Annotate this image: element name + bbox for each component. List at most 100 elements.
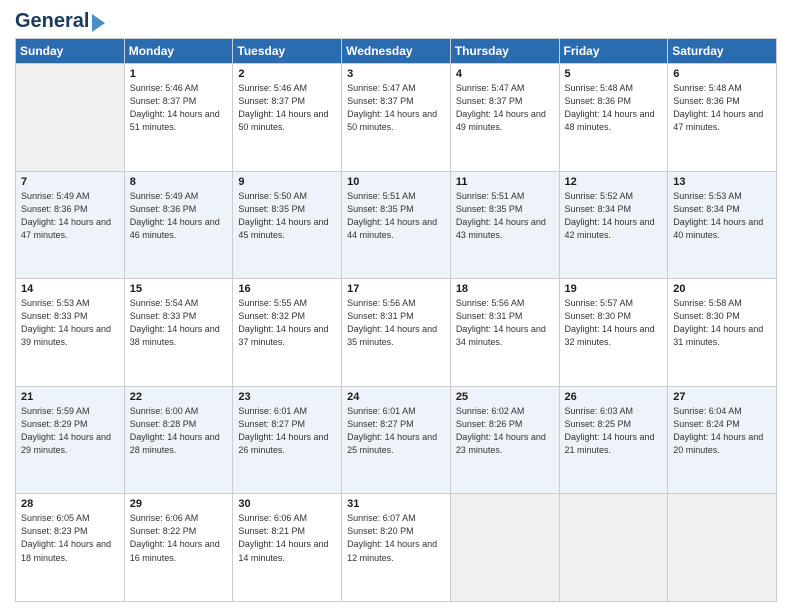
day-number: 17	[347, 283, 445, 295]
calendar-cell	[668, 494, 777, 602]
day-info: Sunrise: 6:05 AMSunset: 8:23 PMDaylight:…	[21, 512, 119, 564]
day-number: 26	[565, 391, 663, 403]
day-info: Sunrise: 5:58 AMSunset: 8:30 PMDaylight:…	[673, 297, 771, 349]
calendar-cell: 6Sunrise: 5:48 AMSunset: 8:36 PMDaylight…	[668, 64, 777, 172]
day-info: Sunrise: 5:53 AMSunset: 8:34 PMDaylight:…	[673, 190, 771, 242]
day-info: Sunrise: 5:56 AMSunset: 8:31 PMDaylight:…	[347, 297, 445, 349]
day-number: 1	[130, 68, 228, 80]
day-number: 29	[130, 498, 228, 510]
day-number: 16	[238, 283, 336, 295]
calendar-cell: 24 Sunrise: 6:01 AMSunset: 8:27 PMDayligh…	[342, 386, 451, 494]
day-info: Sunrise: 5:52 AMSunset: 8:34 PMDaylight:…	[565, 190, 663, 242]
day-info: Sunrise: 5:57 AMSunset: 8:30 PMDaylight:…	[565, 297, 663, 349]
weekday-header-friday: Friday	[559, 39, 668, 64]
day-info: Sunrise: 5:46 AMSunset: 8:37 PMDaylight:…	[130, 82, 228, 134]
day-number: 3	[347, 68, 445, 80]
day-info: Sunrise: 5:49 AMSunset: 8:36 PMDaylight:…	[21, 190, 119, 242]
calendar-body: 1 Sunrise: 5:46 AMSunset: 8:37 PMDaylight…	[16, 64, 777, 602]
calendar-cell: 20 Sunrise: 5:58 AMSunset: 8:30 PMDayligh…	[668, 279, 777, 387]
day-number: 8	[130, 176, 228, 188]
day-info: Sunrise: 6:01 AMSunset: 8:27 PMDaylight:…	[238, 405, 336, 457]
day-info: Sunrise: 5:46 AMSunset: 8:37 PMDaylight:…	[238, 82, 336, 134]
weekday-header-tuesday: Tuesday	[233, 39, 342, 64]
day-info: Sunrise: 6:07 AMSunset: 8:20 PMDaylight:…	[347, 512, 445, 564]
calendar-cell: 19Sunrise: 5:57 AMSunset: 8:30 PMDayligh…	[559, 279, 668, 387]
page: General SundayMondayTuesdayWednesdayThur…	[0, 0, 792, 612]
weekday-header-monday: Monday	[124, 39, 233, 64]
day-info: Sunrise: 5:48 AMSunset: 8:36 PMDaylight:…	[565, 82, 663, 134]
calendar-cell: 4Sunrise: 5:47 AMSunset: 8:37 PMDaylight…	[450, 64, 559, 172]
calendar-table: SundayMondayTuesdayWednesdayThursdayFrid…	[15, 38, 777, 602]
day-info: Sunrise: 5:59 AMSunset: 8:29 PMDaylight:…	[21, 405, 119, 457]
day-info: Sunrise: 5:55 AMSunset: 8:32 PMDaylight:…	[238, 297, 336, 349]
day-number: 15	[130, 283, 228, 295]
day-info: Sunrise: 5:56 AMSunset: 8:31 PMDaylight:…	[456, 297, 554, 349]
day-number: 9	[238, 176, 336, 188]
calendar-week-5: 28 Sunrise: 6:05 AMSunset: 8:23 PMDayligh…	[16, 494, 777, 602]
day-info: Sunrise: 6:04 AMSunset: 8:24 PMDaylight:…	[673, 405, 771, 457]
calendar-cell: 29 Sunrise: 6:06 AMSunset: 8:22 PMDayligh…	[124, 494, 233, 602]
logo-general: General	[15, 10, 89, 33]
calendar-cell: 17 Sunrise: 5:56 AMSunset: 8:31 PMDayligh…	[342, 279, 451, 387]
day-info: Sunrise: 5:49 AMSunset: 8:36 PMDaylight:…	[130, 190, 228, 242]
day-info: Sunrise: 5:51 AMSunset: 8:35 PMDaylight:…	[347, 190, 445, 242]
calendar-cell: 23 Sunrise: 6:01 AMSunset: 8:27 PMDayligh…	[233, 386, 342, 494]
day-info: Sunrise: 5:47 AMSunset: 8:37 PMDaylight:…	[456, 82, 554, 134]
calendar-cell: 7 Sunrise: 5:49 AMSunset: 8:36 PMDaylight…	[16, 171, 125, 279]
calendar-header-row: SundayMondayTuesdayWednesdayThursdayFrid…	[16, 39, 777, 64]
calendar-cell: 3Sunrise: 5:47 AMSunset: 8:37 PMDaylight…	[342, 64, 451, 172]
calendar-cell	[450, 494, 559, 602]
weekday-header-saturday: Saturday	[668, 39, 777, 64]
day-number: 2	[238, 68, 336, 80]
calendar-cell: 1 Sunrise: 5:46 AMSunset: 8:37 PMDaylight…	[124, 64, 233, 172]
calendar-cell: 12Sunrise: 5:52 AMSunset: 8:34 PMDayligh…	[559, 171, 668, 279]
header: General	[15, 10, 777, 30]
day-number: 27	[673, 391, 771, 403]
day-number: 5	[565, 68, 663, 80]
calendar-cell: 9 Sunrise: 5:50 AMSunset: 8:35 PMDaylight…	[233, 171, 342, 279]
calendar-week-2: 7 Sunrise: 5:49 AMSunset: 8:36 PMDaylight…	[16, 171, 777, 279]
weekday-header-sunday: Sunday	[16, 39, 125, 64]
day-number: 20	[673, 283, 771, 295]
day-number: 31	[347, 498, 445, 510]
day-info: Sunrise: 6:03 AMSunset: 8:25 PMDaylight:…	[565, 405, 663, 457]
calendar-week-1: 1 Sunrise: 5:46 AMSunset: 8:37 PMDaylight…	[16, 64, 777, 172]
day-info: Sunrise: 6:02 AMSunset: 8:26 PMDaylight:…	[456, 405, 554, 457]
day-number: 7	[21, 176, 119, 188]
day-number: 28	[21, 498, 119, 510]
calendar-cell: 2 Sunrise: 5:46 AMSunset: 8:37 PMDaylight…	[233, 64, 342, 172]
day-number: 11	[456, 176, 554, 188]
calendar-cell: 10 Sunrise: 5:51 AMSunset: 8:35 PMDayligh…	[342, 171, 451, 279]
day-info: Sunrise: 6:00 AMSunset: 8:28 PMDaylight:…	[130, 405, 228, 457]
day-number: 30	[238, 498, 336, 510]
day-number: 21	[21, 391, 119, 403]
calendar-cell: 31 Sunrise: 6:07 AMSunset: 8:20 PMDayligh…	[342, 494, 451, 602]
day-number: 22	[130, 391, 228, 403]
calendar-cell: 8 Sunrise: 5:49 AMSunset: 8:36 PMDaylight…	[124, 171, 233, 279]
calendar-cell: 26 Sunrise: 6:03 AMSunset: 8:25 PMDayligh…	[559, 386, 668, 494]
day-info: Sunrise: 5:50 AMSunset: 8:35 PMDaylight:…	[238, 190, 336, 242]
calendar-cell: 30Sunrise: 6:06 AMSunset: 8:21 PMDayligh…	[233, 494, 342, 602]
calendar-cell: 27 Sunrise: 6:04 AMSunset: 8:24 PMDayligh…	[668, 386, 777, 494]
day-number: 25	[456, 391, 554, 403]
day-number: 18	[456, 283, 554, 295]
day-number: 24	[347, 391, 445, 403]
calendar-cell: 5 Sunrise: 5:48 AMSunset: 8:36 PMDaylight…	[559, 64, 668, 172]
day-number: 14	[21, 283, 119, 295]
day-info: Sunrise: 6:06 AMSunset: 8:22 PMDaylight:…	[130, 512, 228, 564]
logo: General	[15, 10, 105, 30]
day-info: Sunrise: 5:48 AMSunset: 8:36 PMDaylight:…	[673, 82, 771, 134]
day-info: Sunrise: 6:01 AMSunset: 8:27 PMDaylight:…	[347, 405, 445, 457]
calendar-cell: 28 Sunrise: 6:05 AMSunset: 8:23 PMDayligh…	[16, 494, 125, 602]
calendar-week-4: 21 Sunrise: 5:59 AMSunset: 8:29 PMDayligh…	[16, 386, 777, 494]
calendar-cell: 14Sunrise: 5:53 AMSunset: 8:33 PMDayligh…	[16, 279, 125, 387]
calendar-cell	[559, 494, 668, 602]
calendar-cell: 13 Sunrise: 5:53 AMSunset: 8:34 PMDayligh…	[668, 171, 777, 279]
day-info: Sunrise: 5:54 AMSunset: 8:33 PMDaylight:…	[130, 297, 228, 349]
day-number: 13	[673, 176, 771, 188]
calendar-cell: 15 Sunrise: 5:54 AMSunset: 8:33 PMDayligh…	[124, 279, 233, 387]
day-number: 23	[238, 391, 336, 403]
day-number: 10	[347, 176, 445, 188]
calendar-cell: 21 Sunrise: 5:59 AMSunset: 8:29 PMDayligh…	[16, 386, 125, 494]
calendar-cell: 16 Sunrise: 5:55 AMSunset: 8:32 PMDayligh…	[233, 279, 342, 387]
